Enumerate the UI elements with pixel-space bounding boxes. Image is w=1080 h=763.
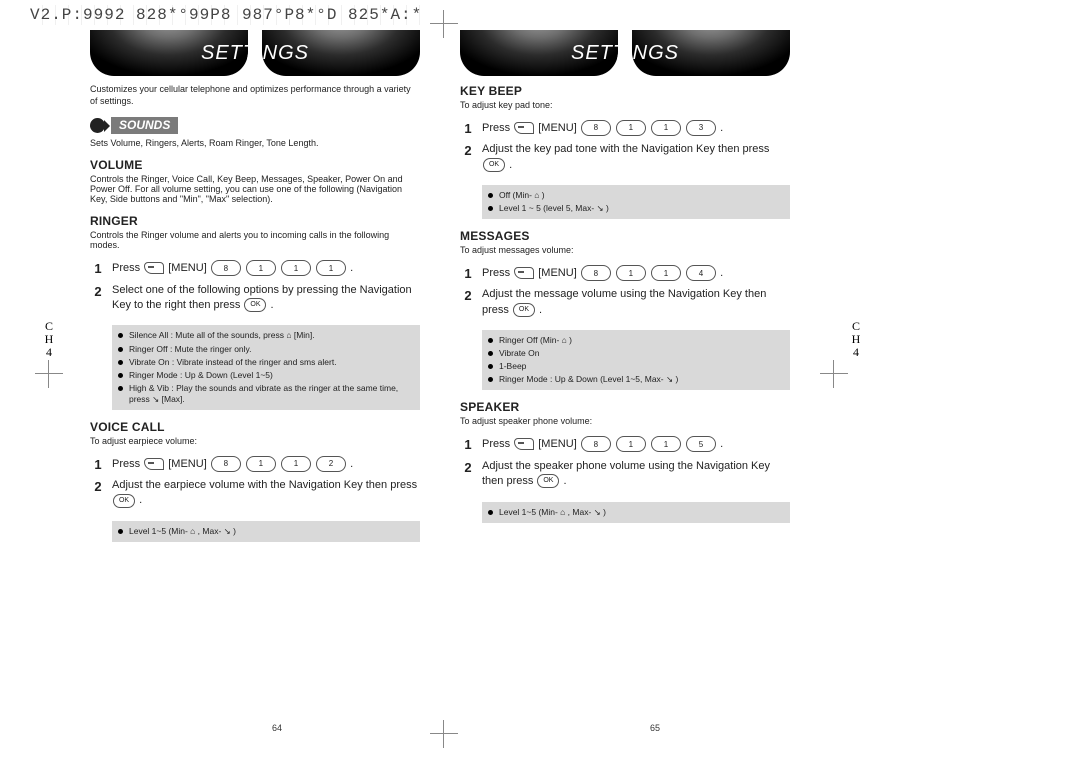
cropmark-icon (35, 360, 63, 388)
key-icon: 2 (316, 456, 346, 472)
ok-key-icon: OK (537, 474, 559, 488)
speaker-title: SPEAKER (460, 400, 790, 414)
ringer-title: RINGER (90, 214, 420, 228)
voicecall-title: VOICE CALL (90, 420, 420, 434)
keybeep-notes: Off (Min- ⌂ ) Level 1 ~ 5 (level 5, Max-… (482, 185, 790, 219)
key-icon: 4 (686, 265, 716, 281)
ok-key-icon: OK (483, 158, 505, 172)
bullet-icon (488, 338, 493, 343)
keybeep-sub: To adjust key pad tone: (460, 100, 790, 110)
page-number-right: 65 (650, 723, 660, 733)
bullet-icon (118, 529, 123, 534)
voicecall-step-1: Press [MENU] 8 1 1 2 . (90, 454, 420, 476)
ringer-step-1: Press [MENU] 8 1 1 1 . (90, 258, 420, 280)
voicecall-sub: To adjust earpiece volume: (90, 436, 420, 446)
chapter-indicator-left: CH 4 (40, 320, 58, 360)
sounds-group-header: SOUNDS (90, 117, 420, 134)
key-icon: 1 (246, 260, 276, 276)
bullet-icon (488, 206, 493, 211)
ringer-sub: Controls the Ringer volume and alerts yo… (90, 230, 420, 250)
page-left: SETTINGS Customizes your cellular teleph… (60, 30, 440, 740)
sounds-group-sub: Sets Volume, Ringers, Alerts, Roam Ringe… (90, 138, 420, 148)
key-icon: 1 (616, 120, 646, 136)
key-icon: 8 (211, 260, 241, 276)
key-icon: 8 (581, 265, 611, 281)
page-title-tab: SETTINGS (90, 30, 420, 76)
bullet-icon (488, 364, 493, 369)
ok-key-icon: OK (244, 298, 266, 312)
ringer-notes: Silence All : Mute all of the sounds, pr… (112, 325, 420, 409)
softkey-icon (144, 458, 164, 470)
messages-step-2: Adjust the message volume using the Navi… (460, 285, 790, 322)
voicecall-notes: Level 1~5 (Min- ⌂ , Max- ↘ ) (112, 521, 420, 542)
bullet-icon (118, 347, 123, 352)
key-icon: 1 (281, 456, 311, 472)
key-icon: 1 (651, 436, 681, 452)
key-icon: 8 (581, 436, 611, 452)
speaker-step-1: Press [MENU] 8 1 1 5 . (460, 434, 790, 456)
ok-key-icon: OK (513, 303, 535, 317)
keybeep-title: KEY BEEP (460, 84, 790, 98)
messages-notes: Ringer Off (Min- ⌂ ) Vibrate On 1-Beep R… (482, 330, 790, 390)
volume-title: VOLUME (90, 158, 420, 172)
key-icon: 1 (616, 265, 646, 281)
key-icon: 1 (316, 260, 346, 276)
ok-key-icon: OK (113, 494, 135, 508)
page-spread: SETTINGS Customizes your cellular teleph… (60, 30, 820, 740)
key-icon: 1 (281, 260, 311, 276)
key-icon: 8 (211, 456, 241, 472)
bullet-arrow-icon (90, 118, 105, 133)
cropmark-icon (820, 360, 848, 388)
messages-title: MESSAGES (460, 229, 790, 243)
key-icon: 1 (651, 120, 681, 136)
key-icon: 1 (651, 265, 681, 281)
key-icon: 5 (686, 436, 716, 452)
page-title: SETTINGS (90, 30, 420, 76)
bullet-icon (118, 373, 123, 378)
speaker-sub: To adjust speaker phone volume: (460, 416, 790, 426)
ringer-step-2: Select one of the following options by p… (90, 281, 420, 318)
key-icon: 1 (246, 456, 276, 472)
intro-text: Customizes your cellular telephone and o… (90, 84, 420, 107)
key-icon: 8 (581, 120, 611, 136)
volume-sub: Controls the Ringer, Voice Call, Key Bee… (90, 174, 420, 204)
speaker-notes: Level 1~5 (Min- ⌂ , Max- ↘ ) (482, 502, 790, 523)
sounds-group-label: SOUNDS (111, 117, 178, 134)
page-number-left: 64 (272, 723, 282, 733)
page-title-tab: SETTINGS (460, 30, 790, 76)
keybeep-step-1: Press [MENU] 8 1 1 3 . (460, 118, 790, 140)
bullet-icon (488, 377, 493, 382)
speaker-steps: Press [MENU] 8 1 1 5 . Adjust the speake… (460, 434, 790, 493)
voicecall-steps: Press [MENU] 8 1 1 2 . Adjust the earpie… (90, 454, 420, 513)
messages-steps: Press [MENU] 8 1 1 4 . Adjust the messag… (460, 263, 790, 322)
softkey-icon (514, 438, 534, 450)
chapter-indicator-right: CH 4 (847, 320, 865, 360)
page-title: SETTINGS (460, 30, 790, 76)
bullet-icon (118, 360, 123, 365)
voicecall-step-2: Adjust the earpiece volume with the Navi… (90, 476, 420, 513)
messages-step-1: Press [MENU] 8 1 1 4 . (460, 263, 790, 285)
key-icon: 1 (616, 436, 646, 452)
keybeep-step-2: Adjust the key pad tone with the Navigat… (460, 140, 790, 177)
page-right: SETTINGS KEY BEEP To adjust key pad tone… (440, 30, 820, 740)
bullet-icon (118, 333, 123, 338)
bullet-icon (488, 510, 493, 515)
bullet-icon (118, 386, 123, 391)
keybeep-steps: Press [MENU] 8 1 1 3 . Adjust the key pa… (460, 118, 790, 177)
softkey-icon (514, 122, 534, 134)
softkey-icon (514, 267, 534, 279)
speaker-step-2: Adjust the speaker phone volume using th… (460, 457, 790, 494)
softkey-icon (144, 262, 164, 274)
key-icon: 3 (686, 120, 716, 136)
ringer-steps: Press [MENU] 8 1 1 1 . Select one of the… (90, 258, 420, 317)
bullet-icon (488, 351, 493, 356)
bullet-icon (488, 193, 493, 198)
messages-sub: To adjust messages volume: (460, 245, 790, 255)
doc-header-code: V2.P:9992 828*°99P8 987°P8*°D 825*A:* (30, 5, 422, 25)
